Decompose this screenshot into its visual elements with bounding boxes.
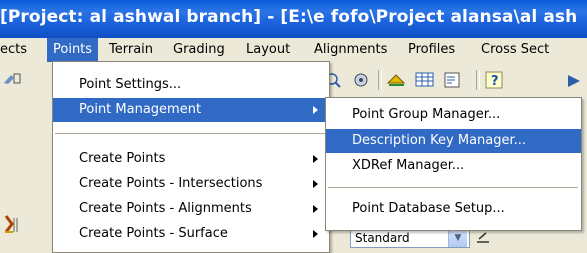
menu-alignments[interactable]: Alignments [314, 38, 387, 62]
menu-bar: ects Points Terrain Grading Layout Align… [0, 38, 587, 62]
menu-item-create-points-intersections[interactable]: Create Points - Intersections [53, 172, 329, 196]
chevron-down-icon[interactable]: ▼ [448, 229, 467, 247]
text-style-value: Standard [355, 231, 410, 245]
title-bar: [Project: al ashwal branch] - [E:\e fofo… [0, 0, 587, 38]
submenu-arrow-icon [313, 155, 318, 163]
toolbar-separator [476, 70, 480, 90]
menu-grading[interactable]: Grading [173, 38, 225, 62]
toolbar-properties-icon[interactable] [442, 71, 464, 93]
menu-item-point-database-setup[interactable]: Point Database Setup... [326, 197, 581, 221]
menu-item-description-key-manager[interactable]: Description Key Manager... [326, 129, 581, 153]
menu-item-point-management[interactable]: Point Management [53, 98, 329, 122]
toolbar-table-icon[interactable] [414, 71, 436, 93]
submenu-arrow-icon [313, 180, 318, 188]
toolbar-pan-icon[interactable] [352, 71, 372, 93]
toolbar-layers-icon[interactable] [386, 71, 408, 93]
menu-item-create-points[interactable]: Create Points [53, 147, 329, 171]
menu-cross-sections[interactable]: Cross Sect [481, 38, 549, 62]
points-menu: Point Settings... Point Management Creat… [52, 61, 330, 253]
menu-profiles[interactable]: Profiles [408, 38, 455, 62]
menu-item-xdref-manager[interactable]: XDRef Manager... [326, 154, 581, 178]
svg-text:?: ? [491, 74, 499, 89]
menu-item-create-points-surface[interactable]: Create Points - Surface [53, 222, 329, 246]
menu-item-point-settings[interactable]: Point Settings... [53, 73, 329, 97]
point-management-submenu: Point Group Manager... Description Key M… [325, 97, 582, 231]
menu-projects[interactable]: ects [0, 38, 27, 62]
menu-terrain[interactable]: Terrain [109, 38, 153, 62]
window-title: [Project: al ashwal branch] - [E:\e fofo… [0, 7, 578, 27]
menu-layout[interactable]: Layout [246, 38, 290, 62]
submenu-arrow-icon [313, 205, 318, 213]
text-edit-icon[interactable] [474, 230, 494, 252]
menu-points[interactable]: Points [47, 38, 99, 62]
submenu-arrow-icon [313, 106, 318, 114]
toolbar-separator [378, 70, 382, 90]
toolbar-grading-icon[interactable] [2, 212, 24, 240]
menu-separator [55, 133, 325, 134]
submenu-arrow-icon [313, 230, 318, 238]
toolbar-extra-icon[interactable] [566, 71, 586, 93]
menu-separator [328, 187, 578, 188]
help-icon[interactable]: ? [484, 71, 506, 93]
toolbar-tool-icon[interactable] [2, 71, 24, 91]
menu-item-create-points-alignments[interactable]: Create Points - Alignments [53, 197, 329, 221]
menu-item-point-group-manager[interactable]: Point Group Manager... [326, 103, 581, 127]
